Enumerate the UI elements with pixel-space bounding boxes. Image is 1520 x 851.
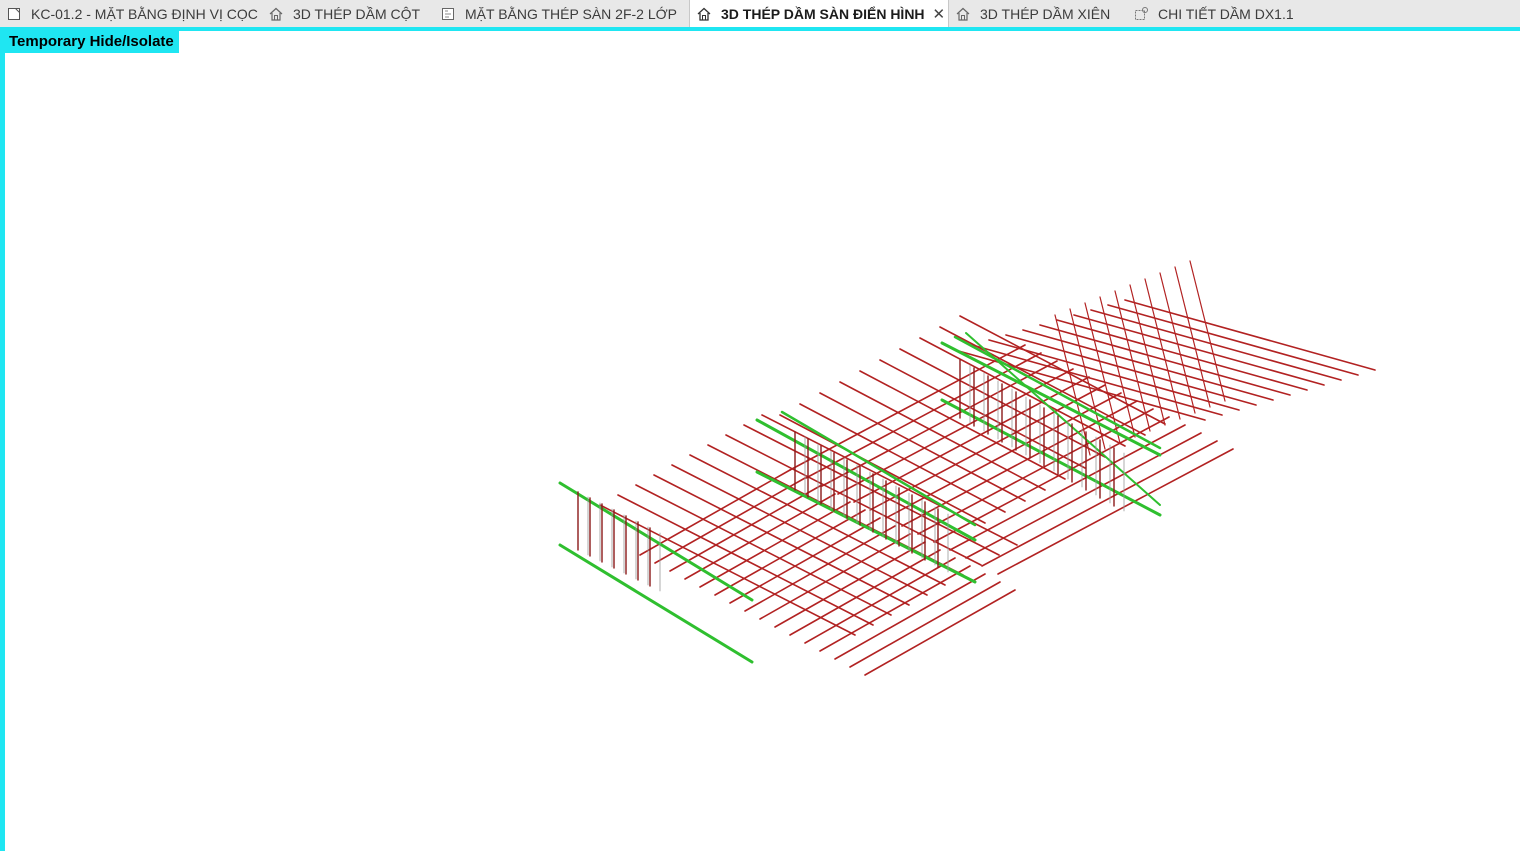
3d-house-icon xyxy=(268,6,284,22)
detail-view-icon xyxy=(1133,6,1149,22)
slab-bar xyxy=(1174,266,1211,408)
tab-label: 3D THÉP DẦM SÀN ĐIỂN HÌNH xyxy=(721,5,925,22)
slab-bar xyxy=(919,337,1126,447)
tab-mat-bang-thep-san[interactable]: MẶT BẰNG THÉP SÀN 2F-2 LỚP xyxy=(434,0,689,27)
slab-bar xyxy=(819,392,1026,502)
slab-bar xyxy=(997,448,1234,575)
tab-label: 3D THÉP DẦM XIÊN xyxy=(980,5,1111,22)
slab-bar xyxy=(933,416,1170,543)
floor-plan-icon xyxy=(440,6,456,22)
slab-bar xyxy=(805,352,1042,479)
close-icon[interactable]: ✕ xyxy=(933,5,946,23)
slab-bar xyxy=(901,400,1138,527)
tab-label: 3D THÉP DẦM CỘT xyxy=(293,5,421,22)
tab-3d-thep-dam-xien[interactable]: 3D THÉP DẦM XIÊN xyxy=(949,0,1127,27)
tab-3d-thep-dam-cot[interactable]: 3D THÉP DẦM CỘT xyxy=(262,0,434,27)
slab-bar xyxy=(1084,302,1121,444)
sheet-icon xyxy=(6,6,22,22)
slab-bar xyxy=(1189,260,1226,402)
slab-bar xyxy=(965,432,1202,559)
temporary-hide-isolate-banner: Temporary Hide/Isolate xyxy=(5,31,179,53)
slab-bar xyxy=(839,381,1046,491)
slab-bar xyxy=(789,344,1026,471)
slab-bar xyxy=(917,408,1154,535)
tab-3d-thep-dam-san-dien-hinh[interactable]: 3D THÉP DẦM SÀN ĐIỂN HÌNH ✕ xyxy=(689,0,949,27)
slab-bar xyxy=(774,541,926,628)
tab-label: CHI TIẾT DẦM DX1.1 xyxy=(1158,5,1294,22)
rebar-3d-model[interactable] xyxy=(5,31,1520,851)
rebar-group xyxy=(558,260,1376,676)
slab-bar xyxy=(639,469,791,556)
slab-bar xyxy=(864,589,1016,676)
tab-label: MẶT BẰNG THÉP SÀN 2F-2 LỚP xyxy=(465,5,677,22)
slab-bar xyxy=(859,370,1066,480)
tab-kc-01-2[interactable]: KC-01.2 - MẶT BẰNG ĐỊNH VỊ CỌC xyxy=(0,0,262,27)
tab-chi-tiet-dam-dx1-1[interactable]: CHI TIẾT DẦM DX1.1 xyxy=(1127,0,1297,27)
3d-house-icon xyxy=(955,6,971,22)
view-tab-bar: KC-01.2 - MẶT BẰNG ĐỊNH VỊ CỌC 3D THÉP D… xyxy=(0,0,1520,28)
tab-label: KC-01.2 - MẶT BẰNG ĐỊNH VỊ CỌC xyxy=(31,5,258,22)
3d-house-icon xyxy=(696,6,712,22)
slab-bar xyxy=(779,414,986,524)
3d-view-canvas[interactable] xyxy=(0,27,1520,851)
